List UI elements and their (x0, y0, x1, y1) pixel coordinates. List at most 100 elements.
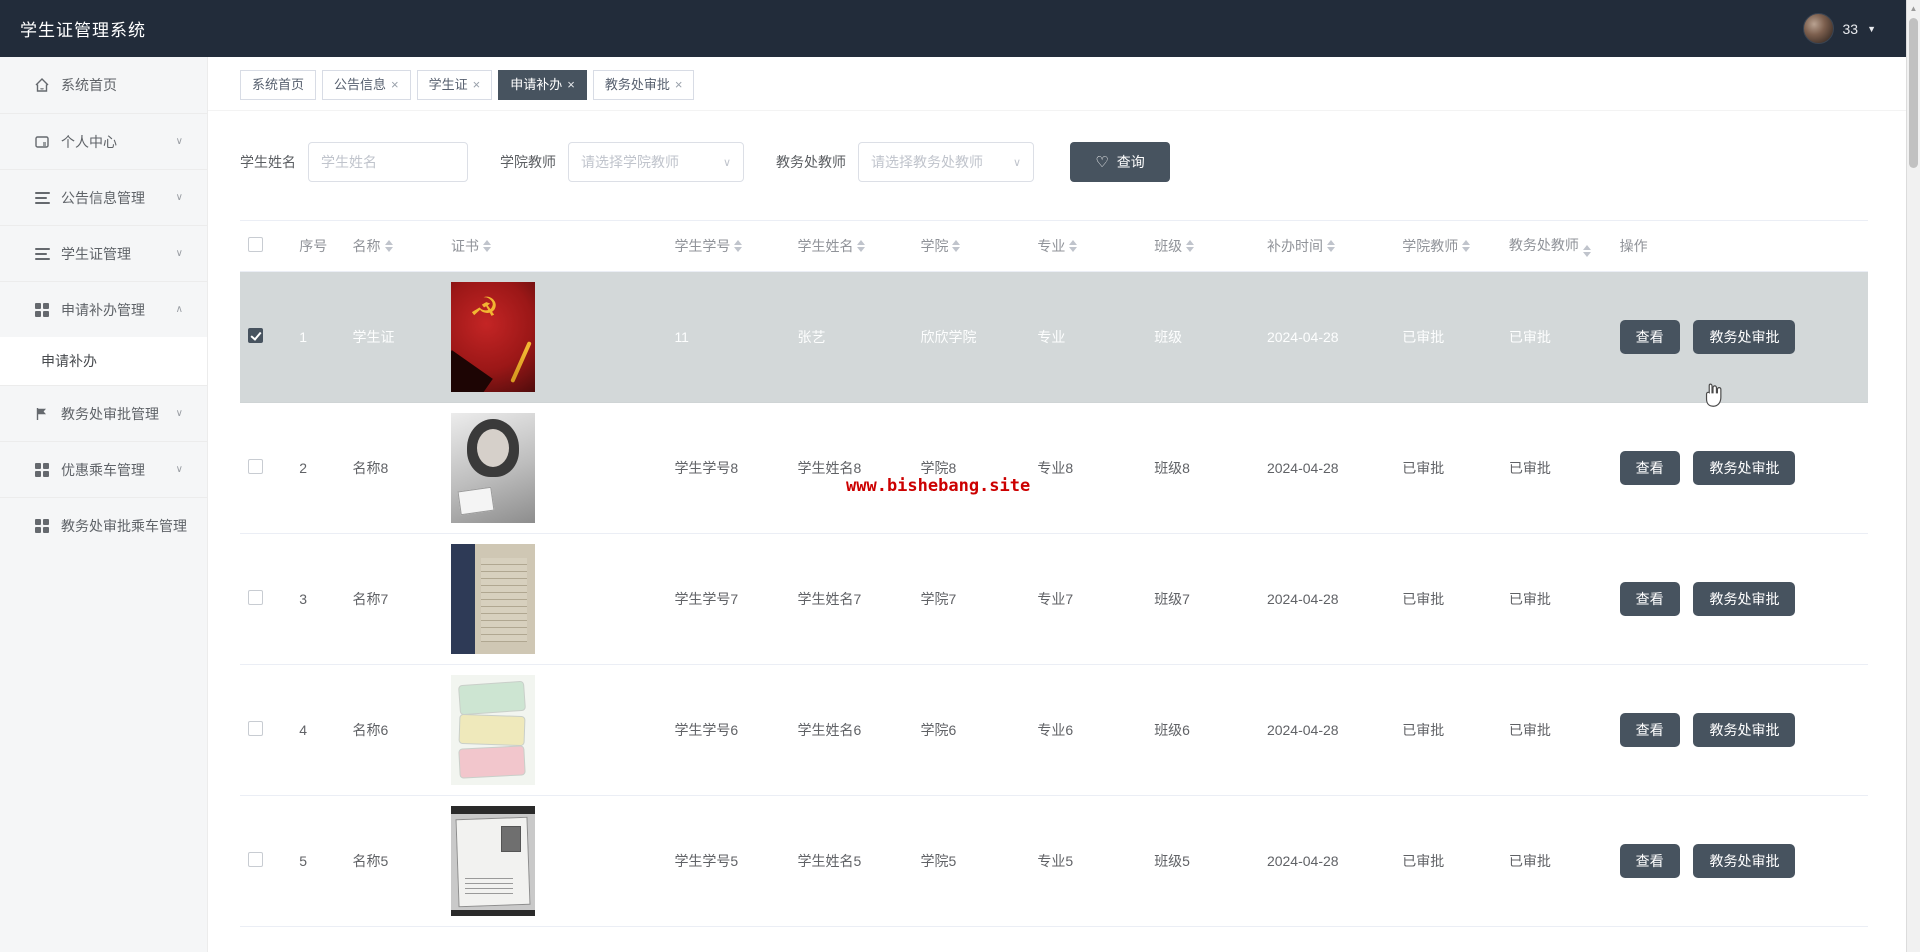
office-approve-button[interactable]: 教务处审批 (1693, 582, 1796, 616)
sidebar-item-announcement-mgmt[interactable]: 公告信息管理 ∨ (0, 169, 207, 225)
tab-office-approval[interactable]: 教务处审批 × (592, 70, 695, 100)
user-avatar[interactable] (1802, 13, 1834, 44)
view-button[interactable]: 查看 (1619, 582, 1680, 616)
cell-reissue-date: 2024-04-28 (1258, 271, 1395, 403)
row-checkbox[interactable] (248, 852, 263, 867)
sidebar-item-label: 优惠乘车管理 (61, 461, 145, 478)
cell-college-teacher-status: 已审批 (1394, 795, 1501, 927)
top-bar: 学生证管理系统 33 ▼ (0, 0, 1920, 57)
scrollbar-thumb[interactable] (1909, 18, 1918, 168)
sort-icon[interactable] (857, 240, 866, 252)
cert-image-bw-student-id[interactable] (450, 806, 535, 916)
chevron-down-icon[interactable]: ∨ (176, 408, 183, 419)
cell-office-teacher-status: 已审批 (1500, 271, 1612, 403)
sidebar-item-office-ride-approval-mgmt[interactable]: 教务处审批乘车管理 (0, 497, 207, 553)
table-row[interactable]: 4 名称6 学生学号6 学生姓名6 学院6 专业6 班级6 2024-04-28… (240, 664, 1868, 796)
scroll-up-arrow-icon[interactable]: ▲ (1907, 0, 1920, 13)
sort-icon[interactable] (1582, 245, 1591, 257)
sort-icon[interactable] (1186, 240, 1195, 252)
table-row[interactable]: 1 学生证 ☭ 11 张艺 欣欣学院 专业 班级 2024-04-28 已审批 … (240, 271, 1868, 403)
sort-icon[interactable] (384, 240, 393, 252)
row-checkbox[interactable] (248, 459, 263, 474)
sidebar-item-label: 学生证管理 (61, 245, 131, 262)
close-icon[interactable]: × (675, 71, 683, 99)
cert-image-red-party-book[interactable]: ☭ (450, 282, 535, 392)
college-teacher-select[interactable]: 请选择学院教师 ∨ (568, 142, 744, 182)
cell-index: 1 (291, 271, 345, 403)
table-row[interactable]: 5 名称5 学生学号5 学生姓名5 学院5 专业5 班级5 2024-04-28… (240, 795, 1868, 927)
office-approve-button[interactable]: 教务处审批 (1693, 451, 1796, 485)
panel-icon (34, 134, 50, 150)
office-approve-button[interactable]: 教务处审批 (1693, 844, 1796, 878)
chevron-up-icon[interactable]: ∧ (176, 304, 183, 315)
sidebar-item-label: 公告信息管理 (61, 189, 145, 206)
select-all-checkbox[interactable] (248, 237, 263, 252)
table-row[interactable]: 3 名称7 学生学号7 学生姓名7 学院7 专业7 班级7 2024-04-28… (240, 533, 1868, 665)
cell-index: 4 (291, 664, 345, 796)
office-approve-button[interactable]: 教务处审批 (1693, 713, 1796, 747)
cell-major: 专业 (1029, 271, 1147, 403)
tab-student-card[interactable]: 学生证 × (416, 70, 493, 100)
sort-icon[interactable] (1069, 240, 1078, 252)
cert-image-pastel-cards[interactable] (450, 675, 535, 785)
column-header-actions: 操作 (1611, 220, 1868, 272)
tab-home[interactable]: 系统首页 (240, 70, 317, 100)
sort-icon[interactable] (482, 240, 491, 252)
row-checkbox[interactable] (248, 328, 263, 343)
sidebar-item-reissue-mgmt[interactable]: 申请补办管理 ∧ (0, 281, 207, 337)
sort-icon[interactable] (1462, 240, 1471, 252)
sidebar-item-discount-ride-mgmt[interactable]: 优惠乘车管理 ∨ (0, 441, 207, 497)
tab-bar: 系统首页 公告信息 × 学生证 × 申请补办 × 教务处审批 × (208, 57, 1906, 111)
cell-index: 2 (291, 402, 345, 534)
close-icon[interactable]: × (391, 71, 399, 99)
office-approve-button[interactable]: 教务处审批 (1693, 320, 1796, 354)
chevron-down-icon[interactable]: ∨ (176, 464, 183, 475)
cell-office-teacher-status: 已审批 (1500, 402, 1612, 534)
column-header-class: 班级 (1146, 220, 1259, 272)
view-button[interactable]: 查看 (1619, 844, 1680, 878)
user-menu[interactable]: 33 ▼ (1802, 13, 1876, 44)
cell-office-teacher-status: 已审批 (1500, 664, 1612, 796)
tab-label: 系统首页 (252, 77, 305, 92)
query-button[interactable]: ♡ 查询 (1070, 142, 1170, 182)
select-placeholder: 请选择学院教师 (581, 154, 679, 170)
cert-image-old-booklet[interactable] (450, 544, 535, 654)
cert-image-bw-girl-photo[interactable] (450, 413, 535, 523)
sidebar-item-personal-center[interactable]: 个人中心 ∨ (0, 113, 207, 169)
cell-major: 专业5 (1029, 795, 1147, 927)
row-checkbox[interactable] (248, 590, 263, 605)
cell-name: 名称7 (344, 533, 443, 665)
sidebar-item-home[interactable]: 系统首页 (0, 57, 207, 113)
tab-announcement[interactable]: 公告信息 × (322, 70, 411, 100)
view-button[interactable]: 查看 (1619, 451, 1680, 485)
sort-icon[interactable] (1326, 240, 1335, 252)
column-header-student-name: 学生姓名 (789, 220, 913, 272)
user-caret-down-icon[interactable]: ▼ (1867, 24, 1876, 34)
tab-reissue-apply[interactable]: 申请补办 × (498, 70, 587, 100)
chevron-down-icon[interactable]: ∨ (176, 248, 183, 259)
sort-icon[interactable] (952, 240, 961, 252)
close-icon[interactable]: × (567, 71, 575, 99)
view-button[interactable]: 查看 (1619, 713, 1680, 747)
grid-icon (34, 462, 50, 478)
tab-label: 学生证 (428, 77, 468, 92)
chevron-down-icon[interactable]: ∨ (176, 192, 183, 203)
cell-name: 学生证 (344, 271, 443, 403)
vertical-scrollbar[interactable]: ▲ (1906, 0, 1920, 952)
data-table: 序号 名称 证书 学生学号 学生姓名 学院 专业 班级 补办时间 学院教师 教务… (240, 220, 1876, 927)
close-icon[interactable]: × (473, 71, 481, 99)
home-icon (34, 77, 50, 93)
office-teacher-select[interactable]: 请选择教务处教师 ∨ (858, 142, 1034, 182)
sidebar-item-student-card-mgmt[interactable]: 学生证管理 ∨ (0, 225, 207, 281)
sort-icon[interactable] (734, 240, 743, 252)
sidebar-subitem-reissue-apply[interactable]: 申请补办 (0, 337, 207, 385)
chevron-down-icon[interactable]: ∨ (176, 136, 183, 147)
student-name-input[interactable] (308, 142, 468, 182)
row-checkbox[interactable] (248, 721, 263, 736)
sidebar-item-office-approval-mgmt[interactable]: 教务处审批管理 ∨ (0, 385, 207, 441)
view-button[interactable]: 查看 (1619, 320, 1680, 354)
cell-reissue-date: 2024-04-28 (1258, 664, 1395, 796)
table-row[interactable]: 2 名称8 学生学号8 学生姓名8 学院8 专业8 班级8 2024-04-28… (240, 402, 1868, 534)
cell-student-name: 张艺 (789, 271, 913, 403)
tab-label: 公告信息 (334, 77, 387, 92)
